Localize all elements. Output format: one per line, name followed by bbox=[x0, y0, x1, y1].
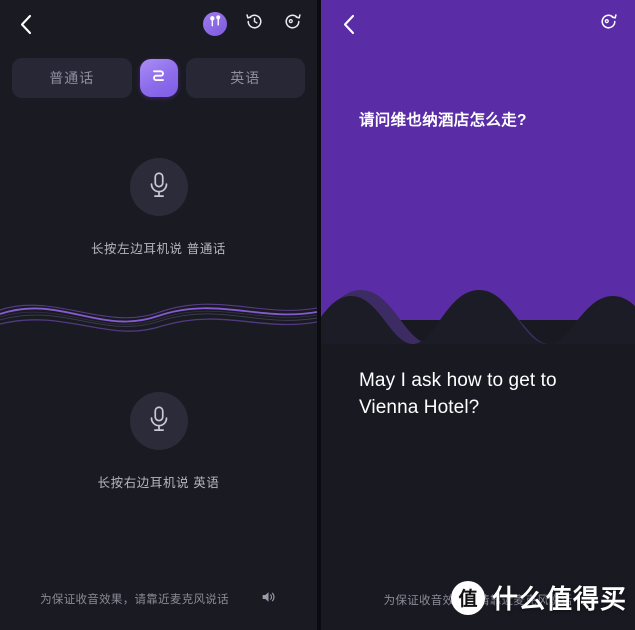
right-footer-hint: 为保证收音效果，请靠近麦克风说话 bbox=[383, 595, 573, 607]
mic-hint-target: 长按右边耳机说 英语 bbox=[97, 476, 220, 490]
refresh-rotate-icon bbox=[283, 12, 302, 36]
mic-button-target[interactable] bbox=[129, 392, 188, 450]
back-button-right[interactable] bbox=[335, 11, 361, 37]
microphone-icon bbox=[146, 404, 172, 439]
left-footer: 为保证收音效果，请靠近麦克风说话 bbox=[0, 590, 317, 608]
source-language-pill[interactable]: 普通话 bbox=[12, 58, 132, 98]
target-language-pill[interactable]: 英语 bbox=[185, 58, 305, 98]
refresh-button-left[interactable] bbox=[281, 13, 303, 35]
language-selector-row: 普通话 英语 bbox=[0, 48, 317, 98]
translated-target-text: May I ask how to get to Vienna Hotel? bbox=[359, 370, 557, 418]
mic-block-target: 长按右边耳机说 英语 bbox=[0, 392, 317, 491]
history-button[interactable] bbox=[243, 13, 265, 35]
history-rewind-icon bbox=[245, 12, 264, 36]
mic-button-source[interactable] bbox=[129, 158, 188, 216]
earbuds-status-button[interactable] bbox=[203, 12, 227, 36]
refresh-button-right[interactable] bbox=[597, 13, 619, 35]
chevron-left-icon bbox=[19, 14, 32, 35]
recognized-source-text: 请问维也纳酒店怎么走? bbox=[359, 112, 527, 129]
chevron-left-icon bbox=[342, 14, 355, 35]
left-top-bar bbox=[0, 0, 317, 48]
earbuds-icon bbox=[208, 14, 223, 34]
right-top-bar bbox=[321, 0, 635, 48]
mic-hint-source: 长按左边耳机说 普通话 bbox=[90, 242, 227, 256]
swap-languages-button[interactable] bbox=[139, 59, 178, 97]
left-top-actions bbox=[203, 12, 303, 36]
microphone-icon bbox=[146, 170, 172, 205]
swap-arrows-icon bbox=[149, 66, 168, 90]
mic-block-source: 长按左边耳机说 普通话 bbox=[0, 158, 317, 257]
right-panel-result-view: 请问维也纳酒店怎么走? May I ask how to get to Vien… bbox=[321, 0, 635, 630]
audio-wave-decoration bbox=[0, 288, 317, 350]
speaker-volume-icon bbox=[260, 589, 276, 610]
refresh-rotate-icon bbox=[599, 12, 618, 36]
left-panel-idle-view: 普通话 英语 长按左边耳机说 普通话 长按右边耳机说 英语 为保证收音效果，请靠… bbox=[0, 0, 317, 630]
speaker-volume-button[interactable] bbox=[259, 590, 277, 608]
translator-app-screen: 普通话 英语 长按左边耳机说 普通话 长按右边耳机说 英语 为保证收音效果，请靠… bbox=[0, 0, 635, 630]
back-button-left[interactable] bbox=[12, 11, 38, 37]
right-footer: 为保证收音效果，请靠近麦克风说话 bbox=[321, 592, 635, 608]
result-accent-background bbox=[321, 0, 635, 320]
mountain-divider-decoration bbox=[321, 282, 635, 348]
left-footer-hint: 为保证收音效果，请靠近麦克风说话 bbox=[40, 594, 229, 606]
